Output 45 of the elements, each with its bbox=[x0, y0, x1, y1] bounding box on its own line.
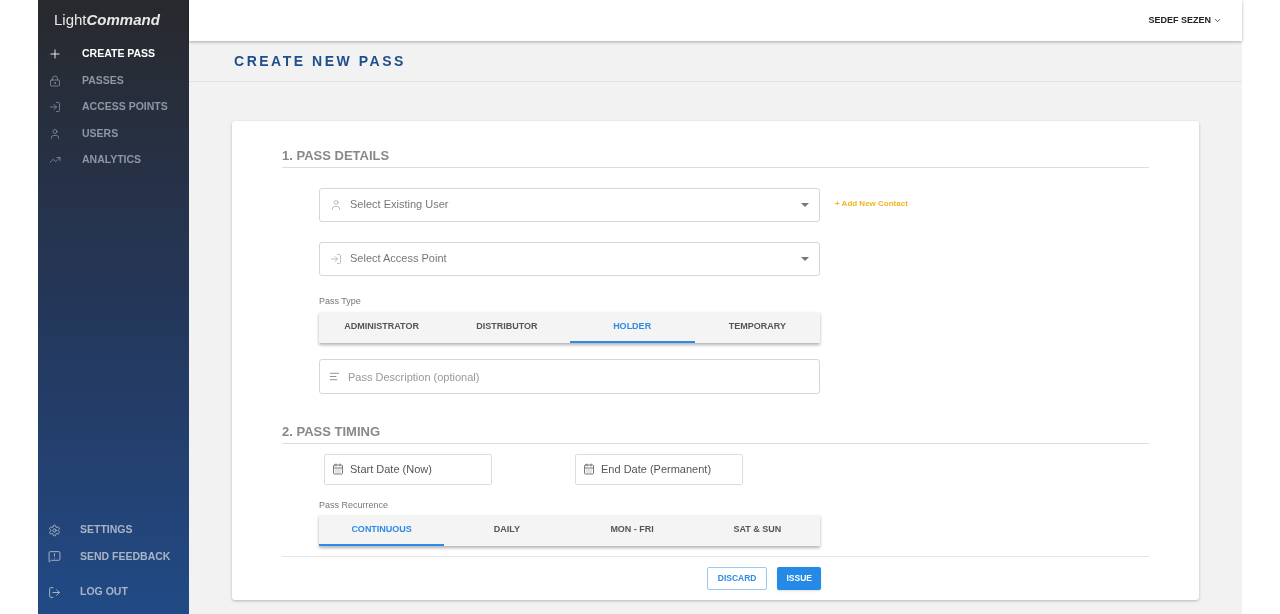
nav-item[interactable]: ANALYTICS bbox=[38, 147, 189, 174]
nav-item[interactable]: PASSES bbox=[38, 67, 189, 94]
logout-icon bbox=[48, 585, 61, 599]
user-menu[interactable]: SEDEF SEZEN bbox=[1148, 13, 1222, 28]
tab[interactable]: DAILY bbox=[444, 515, 570, 546]
tab[interactable]: CONTINUOUS bbox=[319, 515, 445, 546]
nav-item[interactable]: LOG OUT bbox=[38, 574, 189, 610]
chevron-icon bbox=[1213, 16, 1222, 25]
date-field[interactable]: Start Date (Now) bbox=[324, 453, 492, 485]
tab[interactable]: DISTRIBUTOR bbox=[444, 312, 570, 343]
nav-item[interactable]: SETTINGS bbox=[38, 517, 189, 544]
calendar-icon bbox=[583, 462, 595, 475]
field-label: Pass Recurrence bbox=[319, 498, 390, 512]
lock-icon bbox=[48, 74, 62, 87]
select-field[interactable]: Select Access Point bbox=[319, 241, 820, 276]
date-field[interactable]: End Date (Permanent) bbox=[575, 453, 743, 485]
settings-icon bbox=[48, 523, 61, 537]
tab[interactable]: MON - FRI bbox=[569, 515, 695, 546]
calendar-icon bbox=[332, 462, 344, 475]
description-field[interactable]: Pass Description (optional) bbox=[319, 359, 820, 394]
nav-item[interactable]: USERS bbox=[38, 120, 189, 147]
enter-icon bbox=[330, 252, 342, 265]
enter-icon bbox=[48, 101, 62, 114]
tab[interactable]: ADMINISTRATOR bbox=[319, 312, 445, 343]
nav-item[interactable]: ACCESS POINTS bbox=[38, 94, 189, 121]
discard-button[interactable]: DISCARD bbox=[706, 567, 768, 590]
select-field[interactable]: Select Existing User bbox=[319, 187, 820, 222]
user-icon bbox=[48, 127, 62, 140]
tab[interactable]: TEMPORARY bbox=[694, 312, 820, 343]
user-icon bbox=[330, 198, 342, 211]
caret-icon bbox=[801, 256, 809, 261]
section-heading: 1. PASS DETAILS bbox=[282, 146, 1149, 168]
lines-icon bbox=[329, 371, 340, 382]
feedback-icon bbox=[48, 550, 61, 564]
app-logo: LightCommand bbox=[53, 10, 161, 31]
nav-item[interactable]: CREATE PASS bbox=[38, 41, 189, 68]
field-label: Pass Type bbox=[319, 294, 362, 308]
tab[interactable]: HOLDER bbox=[569, 312, 695, 343]
issue-button[interactable]: ISSUE bbox=[777, 567, 821, 590]
page-title: CREATE NEW PASS bbox=[234, 51, 406, 71]
plus-icon bbox=[48, 47, 62, 62]
section-heading: 2. PASS TIMING bbox=[282, 422, 1149, 444]
tab[interactable]: SAT & SUN bbox=[694, 515, 820, 546]
nav-item[interactable]: SEND FEEDBACK bbox=[38, 543, 189, 570]
caret-icon bbox=[801, 202, 809, 207]
